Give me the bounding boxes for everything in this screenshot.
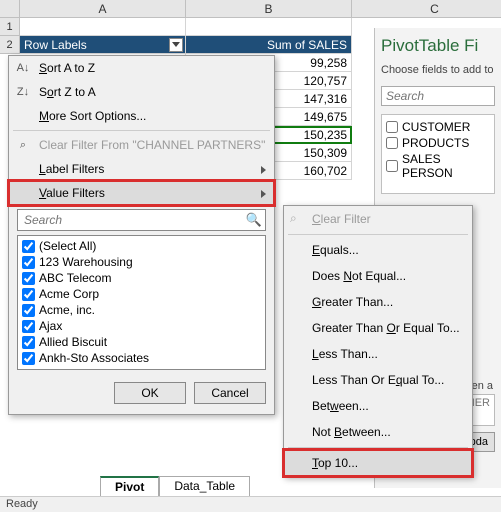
clear-filter-icon: ⌕: [15, 137, 31, 153]
check-item: Acme Corp: [22, 286, 261, 302]
submenu-not-equal[interactable]: Does Not Equal...: [284, 263, 472, 289]
pivot-row-labels-header[interactable]: Row Labels: [20, 36, 186, 54]
check[interactable]: [22, 336, 35, 349]
clear-filter-icon: ⌕: [290, 211, 306, 227]
check[interactable]: [22, 272, 35, 285]
separator: [13, 130, 270, 131]
field-checkbox[interactable]: [386, 121, 398, 133]
submenu-gt[interactable]: Greater Than...: [284, 289, 472, 315]
check-item: Allied Biscuit: [22, 334, 261, 350]
chevron-right-icon: [261, 166, 266, 174]
submenu-top10[interactable]: Top 10...: [284, 450, 472, 476]
separator: [288, 234, 468, 235]
sort-za-icon: Z↓: [15, 84, 31, 100]
more-sort-options[interactable]: More Sort Options...: [9, 104, 274, 128]
cell[interactable]: [20, 18, 186, 36]
check-item: Acme, inc.: [22, 302, 261, 318]
value-filters[interactable]: Value Filters: [9, 181, 274, 205]
field-item: PRODUCTS: [386, 135, 490, 151]
col-header-b[interactable]: B: [186, 0, 352, 17]
cancel-button[interactable]: Cancel: [194, 382, 266, 404]
field-item: SALES PERSON: [386, 151, 490, 181]
tab-pivot[interactable]: Pivot: [100, 476, 159, 496]
check[interactable]: [22, 256, 35, 269]
row-headers: 1 2: [0, 0, 20, 54]
filter-search-input[interactable]: [17, 209, 266, 231]
column-headers: A B C: [20, 0, 501, 18]
submenu-between[interactable]: Between...: [284, 393, 472, 419]
sort-az-icon: A↓: [15, 60, 31, 76]
sort-za[interactable]: Z↓Sort Z to A: [9, 80, 274, 104]
field-checkbox[interactable]: [386, 137, 398, 149]
check-item: (Select All): [22, 238, 261, 254]
corner-blank: [0, 0, 20, 18]
sort-az[interactable]: A↓Sort A to Z: [9, 56, 274, 80]
search-icon: 🔍: [246, 212, 262, 228]
check-item: Ajax: [22, 318, 261, 334]
field-checkbox[interactable]: [386, 160, 398, 172]
check[interactable]: [22, 352, 35, 365]
filter-checklist[interactable]: (Select All) 123 Warehousing ABC Telecom…: [17, 235, 266, 370]
row-labels-text: Row Labels: [24, 38, 87, 52]
fields-desc: Choose fields to add to: [381, 64, 495, 76]
status-bar: Ready: [0, 496, 501, 512]
check-item: ABC Telecom: [22, 270, 261, 286]
check[interactable]: [22, 304, 35, 317]
row-header[interactable]: 2: [0, 36, 20, 54]
separator: [288, 447, 468, 448]
check[interactable]: [22, 288, 35, 301]
filter-search: 🔍: [17, 209, 266, 231]
submenu-clear-filter: ⌕Clear Filter: [284, 206, 472, 232]
clear-filter: ⌕Clear Filter From "CHANNEL PARTNERS": [9, 133, 274, 157]
ok-button[interactable]: OK: [114, 382, 186, 404]
submenu-gte[interactable]: Greater Than Or Equal To...: [284, 315, 472, 341]
filter-dropdown-button[interactable]: [169, 38, 183, 52]
filter-menu: A↓Sort A to Z Z↓Sort Z to A More Sort Op…: [8, 55, 275, 415]
check[interactable]: [22, 320, 35, 333]
tab-data-table[interactable]: Data_Table: [159, 476, 250, 496]
submenu-lt[interactable]: Less Than...: [284, 341, 472, 367]
dialog-buttons: OK Cancel: [9, 376, 274, 414]
sheet-tabs: Pivot Data_Table: [30, 476, 250, 496]
row-header[interactable]: 1: [0, 18, 20, 36]
submenu-lte[interactable]: Less Than Or Equal To...: [284, 367, 472, 393]
col-header-a[interactable]: A: [20, 0, 186, 17]
col-header-c[interactable]: C: [352, 0, 501, 17]
pivot-sum-header[interactable]: Sum of SALES: [186, 36, 352, 54]
fields-search-input[interactable]: [381, 86, 495, 106]
chevron-right-icon: [261, 190, 266, 198]
check[interactable]: [22, 240, 35, 253]
label-filters[interactable]: Label Filters: [9, 157, 274, 181]
submenu-equals[interactable]: Equals...: [284, 237, 472, 263]
check-item: 123 Warehousing: [22, 254, 261, 270]
field-item: CUSTOMER: [386, 119, 490, 135]
check-item: Ankh-Sto Associates: [22, 350, 261, 366]
value-filters-submenu: ⌕Clear Filter Equals... Does Not Equal..…: [283, 205, 473, 477]
submenu-not-between[interactable]: Not Between...: [284, 419, 472, 445]
cell[interactable]: [186, 18, 352, 36]
fields-list[interactable]: CUSTOMER PRODUCTS SALES PERSON: [381, 114, 495, 194]
fields-title: PivotTable Fi: [381, 36, 495, 56]
